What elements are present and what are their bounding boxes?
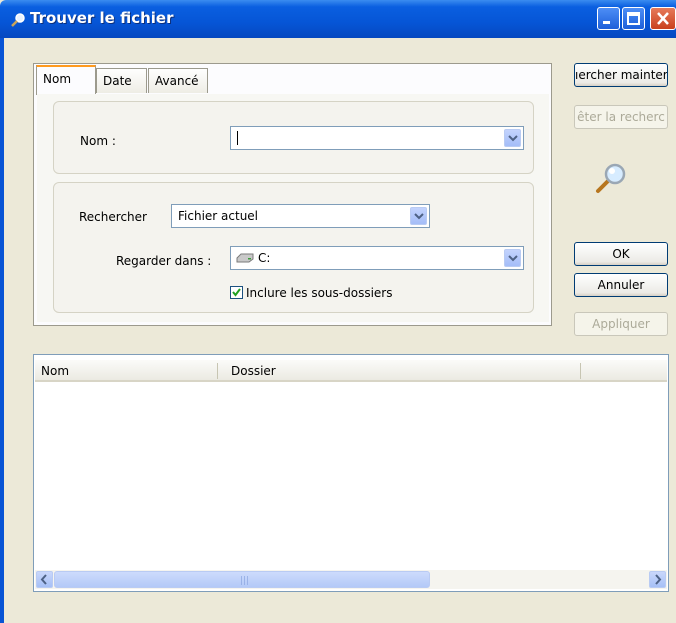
button-label: Annuler: [597, 278, 645, 292]
cancel-button[interactable]: Annuler: [574, 273, 668, 297]
column-divider[interactable]: [580, 363, 581, 379]
drive-icon: [235, 252, 255, 267]
scrollbar-thumb[interactable]: |||: [54, 571, 430, 588]
ok-button[interactable]: OK: [574, 242, 668, 266]
look-in-select[interactable]: C:: [230, 246, 524, 270]
tab-label: Avancé: [155, 74, 199, 88]
button-label: êter la recherc: [577, 110, 665, 124]
name-label: Nom :: [80, 134, 116, 148]
tab-avance[interactable]: Avancé: [148, 68, 208, 93]
button-label: ıercher mainter: [575, 68, 668, 82]
scroll-right-button[interactable]: [649, 571, 666, 588]
search-scope-select[interactable]: Fichier actuel: [171, 204, 430, 228]
results-header: Nom Dossier: [35, 360, 667, 382]
chevron-down-icon[interactable]: [410, 207, 427, 225]
tab-label: Date: [103, 74, 132, 88]
title-bar[interactable]: Trouver le fichier: [0, 0, 676, 38]
window-title: Trouver le fichier: [30, 9, 174, 27]
magnifier-icon: [595, 160, 631, 199]
column-header-dossier[interactable]: Dossier: [231, 364, 276, 378]
tab-nom[interactable]: Nom: [36, 65, 96, 95]
name-combobox[interactable]: [230, 126, 524, 150]
column-divider[interactable]: [217, 363, 218, 379]
look-in-value: C:: [258, 251, 271, 265]
column-header-nom[interactable]: Nom: [41, 364, 69, 378]
tab-label: Nom: [43, 72, 72, 86]
maximize-button[interactable]: [622, 7, 645, 30]
tab-date[interactable]: Date: [96, 68, 147, 93]
minimize-button[interactable]: [597, 7, 620, 30]
text-caret: [237, 131, 238, 145]
magnifier-icon: [10, 12, 26, 28]
stop-search-button[interactable]: êter la recherc: [574, 105, 668, 129]
include-subfolders-label[interactable]: Inclure les sous-dossiers: [246, 286, 392, 300]
search-now-button[interactable]: ıercher mainter: [574, 63, 668, 87]
include-subfolders-checkbox[interactable]: [230, 286, 243, 299]
results-list[interactable]: Nom Dossier |||: [33, 354, 669, 592]
chevron-down-icon[interactable]: [504, 129, 521, 147]
horizontal-scrollbar[interactable]: |||: [35, 570, 667, 589]
search-label: Rechercher: [79, 210, 147, 224]
window-border: [0, 38, 4, 623]
apply-button[interactable]: Appliquer: [574, 312, 668, 336]
look-in-label: Regarder dans :: [116, 254, 212, 268]
close-button[interactable]: [650, 7, 676, 30]
scroll-left-button[interactable]: [36, 571, 53, 588]
button-label: Appliquer: [592, 317, 650, 331]
find-file-dialog: Trouver le fichier Nom Date Avancé Nom :…: [0, 0, 676, 623]
search-scope-value: Fichier actuel: [178, 209, 259, 223]
button-label: OK: [612, 247, 630, 261]
scrollbar-grip-icon: |||: [240, 576, 250, 586]
chevron-down-icon[interactable]: [504, 249, 521, 267]
